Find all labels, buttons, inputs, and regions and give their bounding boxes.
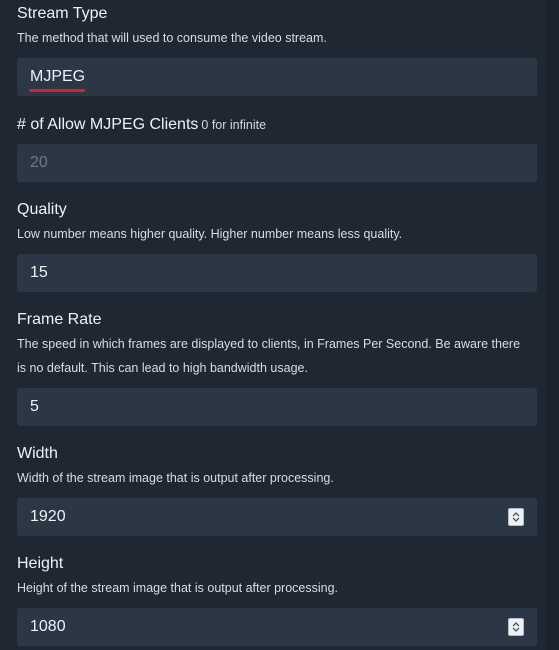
stream-type-description: The method that will used to consume the… xyxy=(17,31,327,45)
settings-panel: Stream Type The method that will used to… xyxy=(0,0,545,650)
width-label: Width xyxy=(17,445,58,462)
allow-clients-label: # of Allow MJPEG Clients xyxy=(17,116,199,133)
height-value: 1080 xyxy=(30,618,66,635)
height-label: Height xyxy=(17,555,64,572)
stream-type-value: MJPEG xyxy=(30,68,86,85)
allow-clients-hint: 0 for infinite xyxy=(201,118,267,132)
width-field: Width Width of the stream image that is … xyxy=(17,445,537,536)
height-input[interactable]: 1080 xyxy=(17,608,537,646)
allow-clients-field: # of Allow MJPEG Clients 0 for infinite 2… xyxy=(17,116,537,182)
spellcheck-underline xyxy=(29,89,85,92)
quality-field: Quality Low number means higher quality.… xyxy=(17,201,537,292)
frame-rate-field: Frame Rate The speed in which frames are… xyxy=(17,311,537,426)
up-down-spinner-icon[interactable] xyxy=(508,618,524,636)
stream-type-label: Stream Type xyxy=(17,5,108,22)
quality-label: Quality xyxy=(17,201,67,218)
up-down-spinner-icon[interactable] xyxy=(508,508,524,526)
width-description: Width of the stream image that is output… xyxy=(17,471,334,485)
width-input[interactable]: 1920 xyxy=(17,498,537,536)
quality-value: 15 xyxy=(30,264,48,281)
stream-type-input[interactable]: MJPEG xyxy=(17,58,537,96)
height-field: Height Height of the stream image that i… xyxy=(17,555,537,646)
frame-rate-description-line2: is no default. This can lead to high ban… xyxy=(17,361,308,375)
stream-type-field: Stream Type The method that will used to… xyxy=(17,5,537,96)
width-value: 1920 xyxy=(30,508,66,525)
frame-rate-value: 5 xyxy=(30,398,39,415)
quality-description: Low number means higher quality. Higher … xyxy=(17,227,403,241)
frame-rate-description-line1: The speed in which frames are displayed … xyxy=(17,337,521,351)
quality-input[interactable]: 15 xyxy=(17,254,537,292)
allow-clients-input[interactable]: 20 xyxy=(17,144,537,182)
allow-clients-value: 20 xyxy=(30,154,48,171)
frame-rate-label: Frame Rate xyxy=(17,311,102,328)
scrollbar-track[interactable] xyxy=(545,0,559,650)
height-description: Height of the stream image that is outpu… xyxy=(17,581,339,595)
allow-clients-label-row: # of Allow MJPEG Clients 0 for infinite xyxy=(17,116,537,134)
frame-rate-input[interactable]: 5 xyxy=(17,388,537,426)
